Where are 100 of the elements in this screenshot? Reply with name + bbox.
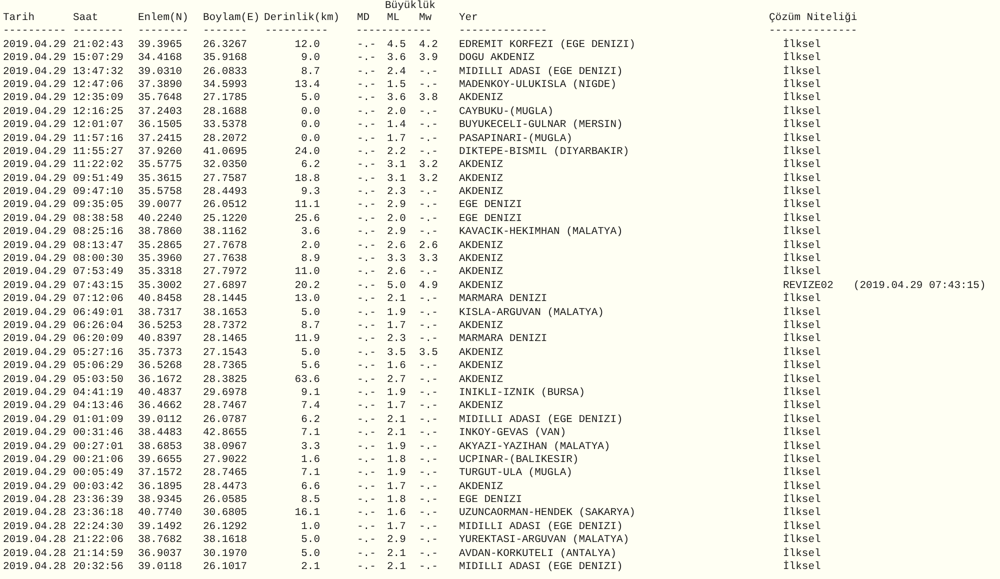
table-cell-text: İlksel — [783, 226, 821, 240]
table-cell-text: 0.0 — [300, 106, 320, 120]
table-cell-text: 38.1618 — [203, 534, 248, 548]
table-cell-text: 40.4837 — [138, 386, 184, 400]
table-cell-text: İlksel — [783, 346, 821, 360]
table-cell-text: -.- — [357, 360, 377, 374]
table-cell-text: -.- — [357, 172, 377, 186]
table-cell-text: -.- — [357, 494, 377, 508]
table-cell-text: 0.0 — [300, 119, 320, 133]
table-cell-text: 37.2403 — [138, 106, 184, 120]
table-cell-text: -.- — [357, 159, 377, 173]
table-cell-text: 09:51:49 — [73, 172, 124, 186]
table-cell-text: -.- — [357, 427, 377, 441]
table-cell-text: 5.0 — [300, 534, 320, 548]
table-cell-text: 23:36:39 — [73, 494, 124, 508]
table-cell-text: -.- — [357, 146, 377, 160]
table-cell-text: -.- — [419, 414, 439, 428]
table-cell-text: 27.9022 — [203, 454, 248, 468]
table-cell-text: -.- — [357, 534, 377, 548]
table-cell-text: 2019.04.29 — [3, 240, 68, 254]
table-cell-text: -.- — [357, 520, 377, 534]
table-cell-text: 36.9037 — [138, 548, 184, 562]
table-cell-text: İlksel — [783, 427, 821, 440]
dashed-rule: ---------- — [3, 25, 68, 39]
table-cell-text: 3.6 — [387, 52, 407, 66]
table-cell-text: AKDENIZ — [459, 374, 504, 387]
table-cell-text: 28.1688 — [203, 106, 248, 120]
table-cell-text: İlksel — [783, 240, 821, 252]
table-cell-text: 5.0 — [387, 280, 407, 294]
table-cell-text: 2019.04.29 — [3, 199, 68, 213]
table-cell-text: 2019.04.29 — [3, 320, 68, 334]
table-cell-text: AKDENIZ — [459, 240, 504, 254]
table-cell-text: 12:47:06 — [73, 78, 124, 92]
table-cell-text: AKDENIZ — [459, 360, 504, 374]
table-cell-text: -.- — [357, 92, 377, 106]
table-cell-text: İlksel — [783, 534, 821, 548]
table-cell-text: İlksel — [783, 293, 821, 306]
table-cell-text: -.- — [357, 320, 377, 334]
table-cell-text: 1.7 — [387, 400, 407, 414]
table-cell-text: CAYBUKU-(MUGLA) — [459, 106, 555, 120]
table-cell-text: 39.6655 — [138, 454, 184, 468]
table-cell-text: 27.6897 — [203, 280, 248, 294]
table-cell-text: İlksel — [783, 52, 821, 66]
table-cell: İlksel — [783, 561, 821, 574]
table-cell-text: 21:22:06 — [73, 534, 124, 548]
column-header: Tarih — [3, 12, 36, 26]
table-cell-text: 40.8458 — [138, 293, 184, 307]
table-cell-text: 2019.04.29 — [3, 306, 68, 320]
table-cell-text: 26.0512 — [203, 199, 248, 213]
table-cell-text: -.- — [357, 132, 377, 146]
table-cell-text: 2.3 — [387, 186, 407, 200]
table-cell-text: 00:05:49 — [73, 467, 124, 481]
table-cell-text: 00:31:46 — [73, 427, 124, 441]
table-cell-text: -.- — [419, 293, 439, 307]
table-cell-text: İlksel — [783, 507, 821, 520]
table-cell-text: 2.1 — [300, 561, 320, 574]
table-cell-text: 38.7682 — [138, 534, 184, 548]
table-cell-text: 39.0077 — [138, 199, 184, 213]
table-cell-text: -.- — [357, 186, 377, 200]
table-cell-text: -.- — [419, 306, 439, 320]
table-cell-text: -.- — [357, 226, 377, 240]
table-cell-text: 2019.04.29 — [3, 92, 68, 106]
table-cell-text: DIKTEPE-BISMIL (DIYARBAKIR) — [459, 146, 630, 160]
table-cell-text: 2019.04.29 — [3, 480, 68, 494]
table-cell-text: 35.3960 — [138, 253, 184, 266]
table-cell-text: -.- — [357, 52, 377, 66]
table-cell-text: 38.7317 — [138, 306, 184, 320]
table-cell-text: 8.7 — [300, 320, 320, 334]
table-cell-text: -.- — [357, 106, 377, 120]
table-cell-text: 9.0 — [300, 52, 320, 66]
table-cell-text: 0.0 — [300, 132, 320, 146]
column-header: Saat — [73, 12, 100, 26]
table-cell-text: 3.1 — [387, 172, 407, 186]
table-cell-text: İlksel — [783, 548, 821, 560]
table-cell-text: 05:03:50 — [73, 374, 124, 387]
table-cell-text: 35.2865 — [138, 240, 184, 254]
table-cell-text: 11:22:02 — [73, 159, 124, 173]
table-cell-text: 30.1970 — [203, 548, 248, 562]
table-cell-text: 1.6 — [387, 507, 407, 521]
table-cell-text: 2.4 — [387, 66, 407, 79]
table-cell-text: 1.8 — [387, 454, 407, 468]
table-cell-text: -.- — [419, 520, 439, 534]
table-cell-text: 28.7365 — [203, 360, 248, 374]
table-cell-text: İlksel — [783, 400, 821, 414]
dashed-rule: -------------- — [459, 25, 548, 39]
table-cell-text: 35.5758 — [138, 186, 184, 200]
column-header: ML — [387, 12, 401, 26]
table-cell-text: 2.6 — [387, 266, 407, 280]
table-cell-text: -.- — [357, 561, 377, 574]
table-cell-text: -.- — [357, 480, 377, 494]
table-cell-text: EGE DENIZI — [459, 199, 524, 213]
table-cell-text: 3.2 — [419, 172, 439, 186]
table-cell-text: 21:14:59 — [73, 548, 124, 562]
table-cell-text: 3.1 — [387, 159, 407, 173]
table-cell-text: 08:00:30 — [73, 253, 124, 266]
table-cell-text: -.- — [357, 78, 377, 92]
table-cell-text: 2019.04.29 — [3, 454, 68, 468]
table-cell-text: EGE DENIZI — [459, 494, 524, 508]
column-header: Boylam(E) — [203, 12, 261, 26]
table-cell-text: -.- — [419, 427, 439, 441]
